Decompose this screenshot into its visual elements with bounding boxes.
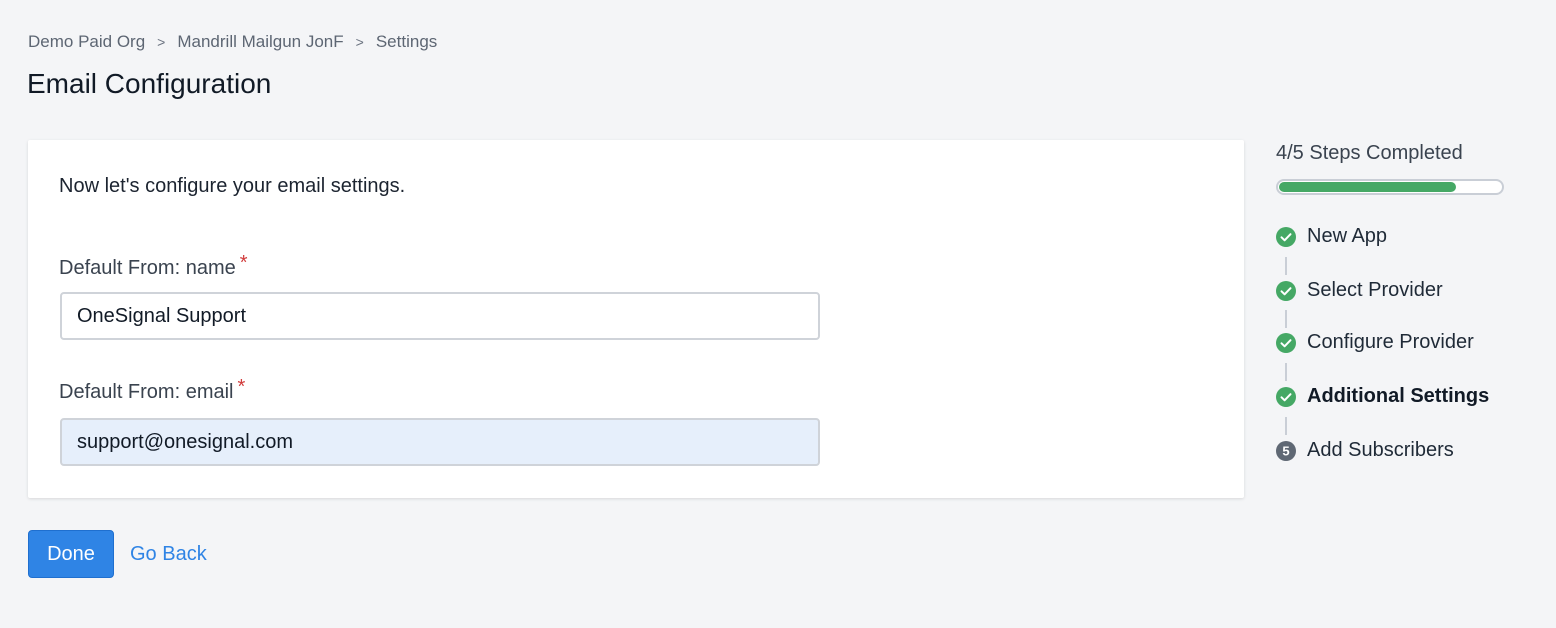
done-button[interactable]: Done xyxy=(28,530,114,578)
check-circle-icon xyxy=(1276,280,1296,301)
breadcrumb-separator: > xyxy=(355,34,364,50)
progress-bar-fill xyxy=(1279,182,1457,192)
step-connector xyxy=(1285,257,1287,275)
form-intro: Now let's configure your email settings. xyxy=(59,175,406,197)
step-configure-provider: Configure Provider xyxy=(1276,331,1474,354)
breadcrumb: Demo Paid Org > Mandrill Mailgun JonF > … xyxy=(28,32,437,52)
step-select-provider: Select Provider xyxy=(1276,279,1443,302)
from-email-label: Default From: email * xyxy=(59,376,245,404)
progress-label: 4/5 Steps Completed xyxy=(1276,142,1463,164)
step-label: Add Subscribers xyxy=(1307,439,1454,461)
from-name-label-text: Default From: name xyxy=(59,257,236,279)
email-settings-card: Now let's configure your email settings.… xyxy=(28,140,1244,498)
step-connector xyxy=(1285,310,1287,328)
breadcrumb-separator: > xyxy=(157,34,166,50)
from-email-input[interactable] xyxy=(60,418,820,466)
step-new-app: New App xyxy=(1276,225,1387,248)
required-asterisk: * xyxy=(237,376,246,398)
step-number: 5 xyxy=(1282,443,1289,458)
step-connector xyxy=(1285,417,1287,435)
page-title: Email Configuration xyxy=(27,68,272,99)
from-name-input[interactable] xyxy=(60,292,820,340)
form-actions: Done Go Back xyxy=(28,530,207,578)
step-number-icon: 5 xyxy=(1276,440,1296,461)
check-circle-icon xyxy=(1276,226,1296,247)
step-label: Configure Provider xyxy=(1307,331,1474,353)
step-label: Select Provider xyxy=(1307,279,1443,301)
check-circle-icon xyxy=(1276,332,1296,353)
breadcrumb-settings[interactable]: Settings xyxy=(376,32,437,52)
check-circle-icon xyxy=(1276,386,1296,407)
breadcrumb-app[interactable]: Mandrill Mailgun JonF xyxy=(177,32,343,52)
step-label: New App xyxy=(1307,225,1388,247)
step-label-current: Additional Settings xyxy=(1307,385,1490,407)
from-name-label: Default From: name * xyxy=(59,252,248,280)
go-back-link[interactable]: Go Back xyxy=(130,543,207,566)
required-asterisk: * xyxy=(239,252,248,274)
breadcrumb-org[interactable]: Demo Paid Org xyxy=(28,32,145,52)
step-connector xyxy=(1285,363,1287,381)
from-email-label-text: Default From: email xyxy=(59,381,234,403)
step-additional-settings: Additional Settings xyxy=(1276,385,1489,408)
progress-bar xyxy=(1276,179,1504,195)
progress-panel: 4/5 Steps Completed xyxy=(1276,142,1516,195)
step-add-subscribers: 5 Add Subscribers xyxy=(1276,439,1454,462)
